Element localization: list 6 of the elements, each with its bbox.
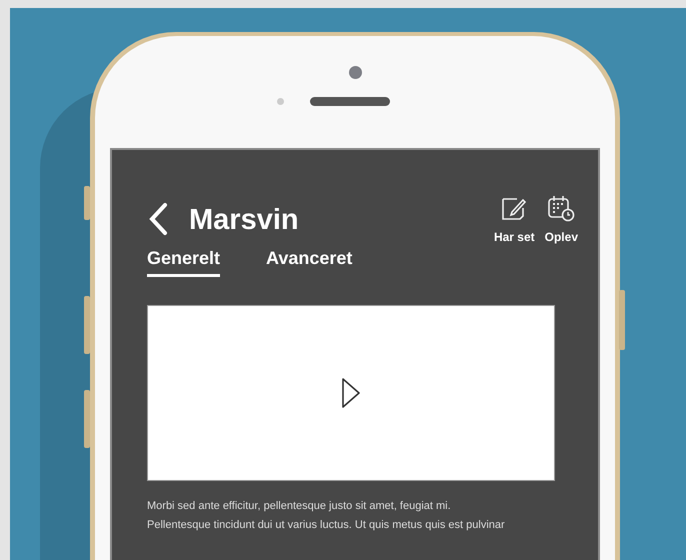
tab[interactable]: Generelt <box>147 248 220 277</box>
description-text: Morbi sed ante efficitur, pellentesque justo sit amet, feugiat mi. Pellentesque tincidunt dui ut varius luctus. Ut quis metus quis est pulvinar <box>147 499 506 533</box>
screen-title: Marsvin <box>189 203 299 238</box>
tab[interactable]: Avanceret <box>266 248 352 277</box>
action-button[interactable]: Oplev <box>544 194 578 244</box>
action-button[interactable]: Har set <box>494 194 535 244</box>
